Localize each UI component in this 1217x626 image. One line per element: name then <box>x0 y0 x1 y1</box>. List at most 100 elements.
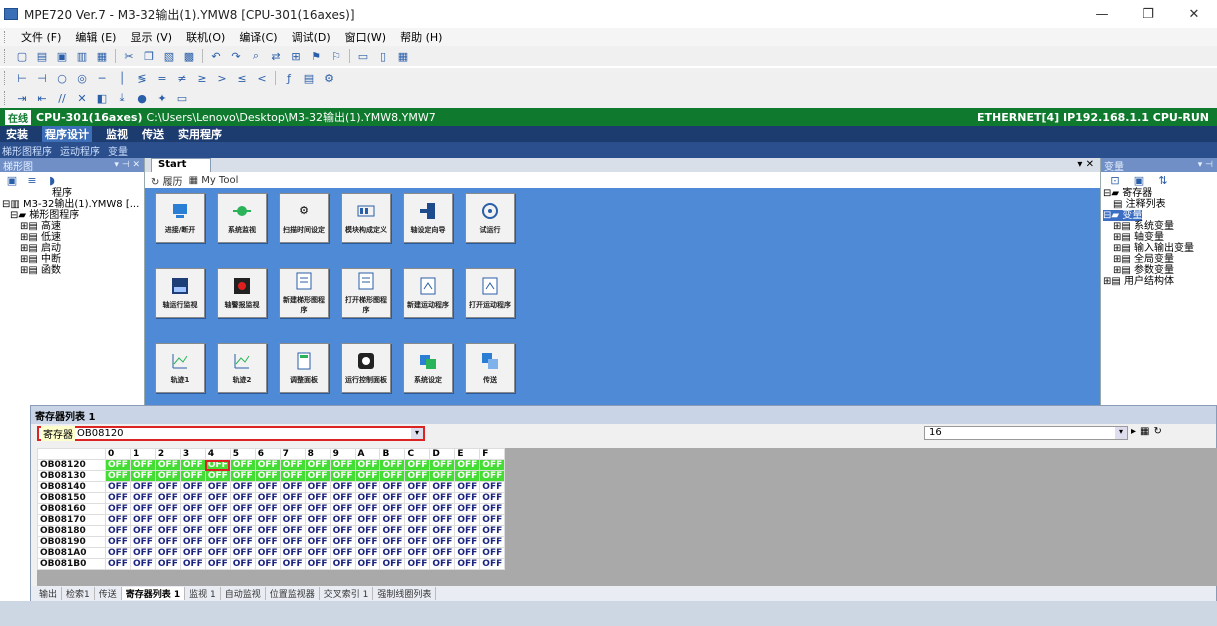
register-bit-value[interactable]: OFF <box>304 459 331 471</box>
register-bit-value[interactable]: OFF <box>454 547 481 559</box>
monitor-icon[interactable]: ▭ <box>355 48 371 64</box>
replace-icon[interactable]: ⇄ <box>268 48 284 64</box>
register-bit-value[interactable]: OFF <box>429 470 456 482</box>
register-bit-value[interactable]: OFF <box>229 470 256 482</box>
add-variable-icon[interactable]: ▣ <box>1131 172 1147 188</box>
register-bit-value[interactable]: OFF <box>329 492 356 504</box>
minimize-button[interactable]: — <box>1079 0 1125 28</box>
register-bit-value[interactable]: OFF <box>404 470 431 482</box>
register-bit-value[interactable]: OFF <box>154 503 181 515</box>
tab-force-coil-list[interactable]: 强制线圈列表 <box>373 587 437 600</box>
toolbar-grip[interactable] <box>4 49 8 63</box>
register-bit-value[interactable]: OFF <box>479 470 506 482</box>
menu-category-setup[interactable]: 安装 <box>6 126 28 142</box>
register-bit-value[interactable]: OFF <box>354 558 381 570</box>
register-bit-value[interactable]: OFF <box>479 525 506 537</box>
register-bit-value[interactable]: OFF <box>304 525 331 537</box>
tree-item-function[interactable]: ⊞▤ 函数 <box>2 265 144 276</box>
register-bit-value[interactable]: OFF <box>379 525 406 537</box>
register-bit-value[interactable]: OFF <box>404 558 431 570</box>
register-bit-value[interactable]: OFF <box>329 525 356 537</box>
register-bit-value[interactable]: OFF <box>154 525 181 537</box>
tile-system-monitor[interactable]: 系统监视 <box>217 193 267 243</box>
register-bit-value[interactable]: OFF <box>379 492 406 504</box>
register-bit-value[interactable]: OFF <box>479 481 506 493</box>
cut-icon[interactable]: ✂ <box>121 48 137 64</box>
equal-icon[interactable]: = <box>154 70 170 86</box>
register-bit-value[interactable]: OFF <box>179 514 206 526</box>
compare-icon[interactable]: ≶ <box>134 70 150 86</box>
register-bit-value[interactable]: OFF <box>429 558 456 570</box>
step-icon[interactable]: ⤓ <box>114 90 130 106</box>
register-bit-value[interactable]: OFF <box>129 503 156 515</box>
not-equal-icon[interactable]: ≠ <box>174 70 190 86</box>
register-bit-value[interactable]: OFF <box>429 503 456 515</box>
register-bit-value[interactable]: OFF <box>129 459 156 471</box>
register-bit-value[interactable]: OFF <box>304 547 331 559</box>
register-bit-value[interactable]: OFF <box>329 514 356 526</box>
register-bit-value[interactable]: OFF <box>354 536 381 548</box>
view-icon[interactable]: ▭ <box>174 90 190 106</box>
register-bit-value[interactable]: OFF <box>105 525 131 537</box>
hline-icon[interactable]: ─ <box>94 70 110 86</box>
tile-new-ladder[interactable]: 新建梯形图程序 <box>279 268 329 318</box>
register-bit-value[interactable]: OFF <box>254 558 281 570</box>
register-bit-value[interactable]: OFF <box>304 492 331 504</box>
tree-system-variable[interactable]: ⊞▤ 系统变量 <box>1103 221 1217 232</box>
register-bit-value[interactable]: OFF <box>279 525 306 537</box>
register-bit-value[interactable]: OFF <box>429 547 456 559</box>
tree-project[interactable]: ⊟▥ M3-32输出(1).YMW8 [... <box>2 199 144 210</box>
tab-start[interactable]: Start <box>151 158 212 172</box>
register-bit-value[interactable]: OFF <box>105 558 131 570</box>
save-icon[interactable]: ▣ <box>54 48 70 64</box>
tree-global-variable[interactable]: ⊞▤ 全局变量 <box>1103 254 1217 265</box>
bookmark-toggle-icon[interactable]: ◧ <box>94 90 110 106</box>
register-bit-value[interactable]: OFF <box>129 525 156 537</box>
register-bit-value[interactable]: OFF <box>354 503 381 515</box>
register-bit-value[interactable]: OFF <box>129 470 156 482</box>
register-bit-value[interactable]: OFF <box>204 558 231 570</box>
register-bit-value[interactable]: OFF <box>404 459 431 471</box>
register-bit-value[interactable]: OFF <box>204 536 231 548</box>
tile-transfer[interactable]: 传送 <box>465 343 515 393</box>
register-bit-value[interactable]: OFF <box>254 459 281 471</box>
register-bit-value[interactable]: OFF <box>229 492 256 504</box>
register-bit-value[interactable]: OFF <box>105 503 131 515</box>
register-bit-value[interactable]: OFF <box>279 459 306 471</box>
register-bit-value[interactable]: OFF <box>354 514 381 526</box>
register-bit-value[interactable]: OFF <box>105 547 131 559</box>
contact-nc-icon[interactable]: ⊣ <box>34 70 50 86</box>
register-bit-value[interactable]: OFF <box>304 470 331 482</box>
register-bit-value[interactable]: OFF <box>404 536 431 548</box>
menu-category-monitor[interactable]: 监视 <box>106 126 128 142</box>
tab-close-icon[interactable]: ▾ ✕ <box>1077 159 1094 170</box>
register-bit-value[interactable]: OFF <box>254 547 281 559</box>
grid-view-icon[interactable]: ▦ <box>1140 426 1149 437</box>
tile-run-control[interactable]: 运行控制面板 <box>341 343 391 393</box>
tile-open-ladder[interactable]: 打开梯形图程序 <box>341 268 391 318</box>
register-bit-value[interactable]: OFF <box>105 514 131 526</box>
register-bit-value[interactable]: OFF <box>354 525 381 537</box>
register-bit-value[interactable]: OFF <box>454 459 481 471</box>
tab-search[interactable]: 检索1 <box>62 587 95 600</box>
panel-pin-icon[interactable]: ▾ ⊣ ✕ <box>114 160 140 170</box>
register-bit-value[interactable]: OFF <box>179 470 206 482</box>
register-bit-value[interactable]: OFF <box>229 525 256 537</box>
register-bit-value[interactable]: OFF <box>129 547 156 559</box>
register-bit-value[interactable]: OFF <box>179 481 206 493</box>
register-bit-value[interactable]: OFF <box>379 459 406 471</box>
find-icon[interactable]: ⌕ <box>248 48 264 64</box>
menu-edit[interactable]: 编辑 (E) <box>68 29 123 45</box>
register-bit-value[interactable]: OFF <box>304 536 331 548</box>
register-bit-value[interactable]: OFF <box>329 481 356 493</box>
register-bit-value[interactable]: OFF <box>179 547 206 559</box>
register-bit-value[interactable]: OFF <box>129 558 156 570</box>
filter-icon[interactable]: ≡ <box>24 172 40 188</box>
register-bit-value[interactable]: OFF <box>204 459 231 471</box>
vline-icon[interactable]: │ <box>114 70 130 86</box>
tab-auto-watch[interactable]: 自动监视 <box>221 587 266 600</box>
register-bit-value[interactable]: OFF <box>154 481 181 493</box>
tile-axis-wizard[interactable]: 轴设定向导 <box>403 193 453 243</box>
register-bit-value[interactable]: OFF <box>429 536 456 548</box>
register-bit-value[interactable]: OFF <box>254 536 281 548</box>
